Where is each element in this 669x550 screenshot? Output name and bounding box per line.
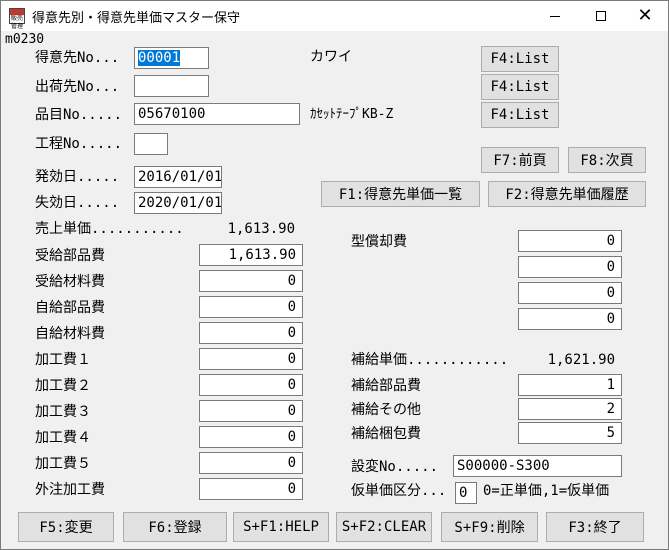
cost-input-received-parts[interactable]: 1,613.90 <box>199 244 303 266</box>
supply-packing-label: 補給梱包費 <box>351 426 421 442</box>
f4-list-button-customer[interactable]: F4:List <box>481 46 559 72</box>
cost-input-processing-4[interactable]: 0 <box>199 426 303 448</box>
minimize-icon <box>550 15 560 17</box>
cost-label-processing-2: 加工費２ <box>35 378 91 394</box>
provisional-price-input[interactable]: 0 <box>455 482 477 504</box>
cost-input-processing-5[interactable]: 0 <box>199 452 303 474</box>
cost-label-received-material: 受給材料費 <box>35 274 105 290</box>
item-no-input[interactable]: 05670100 <box>134 103 300 125</box>
minimize-button[interactable] <box>532 1 578 31</box>
cost-label-processing-5: 加工費５ <box>35 456 91 472</box>
delete-button[interactable]: S+F9:削除 <box>441 512 538 542</box>
process-no-input[interactable] <box>134 133 168 155</box>
f1-price-list-button[interactable]: F1:得意先単価一覧 <box>321 181 480 207</box>
customer-no-label: 得意先No... <box>35 50 120 66</box>
mold-amortization-label: 型償却費 <box>351 234 407 250</box>
close-icon: ✕ <box>637 5 653 26</box>
mold-amortization-input-1[interactable]: 0 <box>518 230 622 252</box>
cost-input-received-material[interactable]: 0 <box>199 270 303 292</box>
sales-price-label: 売上単価........... <box>35 221 184 237</box>
cost-label-received-parts: 受給部品費 <box>35 248 105 264</box>
process-no-label: 工程No..... <box>35 136 123 152</box>
cost-label-processing-3: 加工費３ <box>35 404 91 420</box>
expiry-date-label: 失効日..... <box>35 195 120 211</box>
cost-label-processing-1: 加工費１ <box>35 352 91 368</box>
item-no-label: 品目No..... <box>35 107 123 123</box>
f8-next-page-button[interactable]: F8:次頁 <box>568 147 646 173</box>
f3-exit-button[interactable]: F3:終了 <box>546 512 644 542</box>
supply-parts-label: 補給部品費 <box>351 378 421 394</box>
app-icon-text: 販売 管理 <box>11 15 24 30</box>
mold-amortization-input-3[interactable]: 0 <box>518 282 622 304</box>
cost-input-processing-2[interactable]: 0 <box>199 374 303 396</box>
cost-input-processing-3[interactable]: 0 <box>199 400 303 422</box>
customer-name: カワイ <box>310 49 352 65</box>
item-name: ｶｾｯﾄﾃｰﾌﾟKB-Z <box>310 107 394 122</box>
close-button[interactable]: ✕ <box>622 1 668 31</box>
customer-no-input[interactable]: 00001 <box>134 47 209 69</box>
provisional-price-label: 仮単価区分... <box>351 483 447 499</box>
supply-packing-input[interactable]: 5 <box>518 422 622 444</box>
help-button[interactable]: S+F1:HELP <box>233 512 329 542</box>
maximize-icon <box>596 11 606 21</box>
supply-price-label: 補給単価............ <box>351 352 509 368</box>
cost-label-own-material: 自給材料費 <box>35 326 105 342</box>
supply-price-value: 1,621.90 <box>547 352 615 368</box>
f2-price-history-button[interactable]: F2:得意先単価履歴 <box>488 181 646 207</box>
cost-label-own-parts: 自給部品費 <box>35 300 105 316</box>
cost-input-processing-1[interactable]: 0 <box>199 348 303 370</box>
expiry-date-input[interactable]: 2020/01/01 <box>134 192 222 214</box>
cost-input-own-parts[interactable]: 0 <box>199 296 303 318</box>
supply-parts-input[interactable]: 1 <box>518 374 622 396</box>
effective-date-label: 発効日..... <box>35 169 120 185</box>
app-icon: 販売 管理 <box>9 8 25 30</box>
supply-other-input[interactable]: 2 <box>518 398 622 420</box>
mold-amortization-input-4[interactable]: 0 <box>518 308 622 330</box>
f6-register-button[interactable]: F6:登録 <box>123 512 227 542</box>
shipto-no-input[interactable] <box>134 75 209 97</box>
cost-label-outsourced: 外注加工費 <box>35 482 105 498</box>
cost-label-processing-4: 加工費４ <box>35 430 91 446</box>
effective-date-input[interactable]: 2016/01/01 <box>134 166 222 188</box>
form-id: m0230 <box>5 32 45 47</box>
f4-list-button-item[interactable]: F4:List <box>481 102 559 128</box>
customer-no-value: 00001 <box>138 50 181 66</box>
clear-button[interactable]: S+F2:CLEAR <box>336 512 432 542</box>
provisional-price-hint: 0=正単価,1=仮単価 <box>483 483 610 499</box>
design-change-label: 設変No..... <box>351 459 439 475</box>
window-title: 得意先別・得意先単価マスター保守 <box>32 11 241 26</box>
design-change-input[interactable]: S00000-S300 <box>453 455 622 477</box>
f4-list-button-shipto[interactable]: F4:List <box>481 74 559 100</box>
app-window: 販売 管理 得意先別・得意先単価マスター保守 ✕ m0230 得意先No... … <box>0 0 669 550</box>
mold-amortization-input-2[interactable]: 0 <box>518 256 622 278</box>
title-bar: 販売 管理 得意先別・得意先単価マスター保守 ✕ <box>1 1 668 31</box>
cost-input-outsourced[interactable]: 0 <box>199 478 303 500</box>
cost-input-own-material[interactable]: 0 <box>199 322 303 344</box>
f7-prev-page-button[interactable]: F7:前頁 <box>481 147 559 173</box>
shipto-no-label: 出荷先No... <box>35 79 120 95</box>
sales-price-value: 1,613.90 <box>227 221 295 237</box>
maximize-button[interactable] <box>578 1 624 31</box>
supply-other-label: 補給その他 <box>351 402 421 418</box>
f5-change-button[interactable]: F5:変更 <box>18 512 114 542</box>
